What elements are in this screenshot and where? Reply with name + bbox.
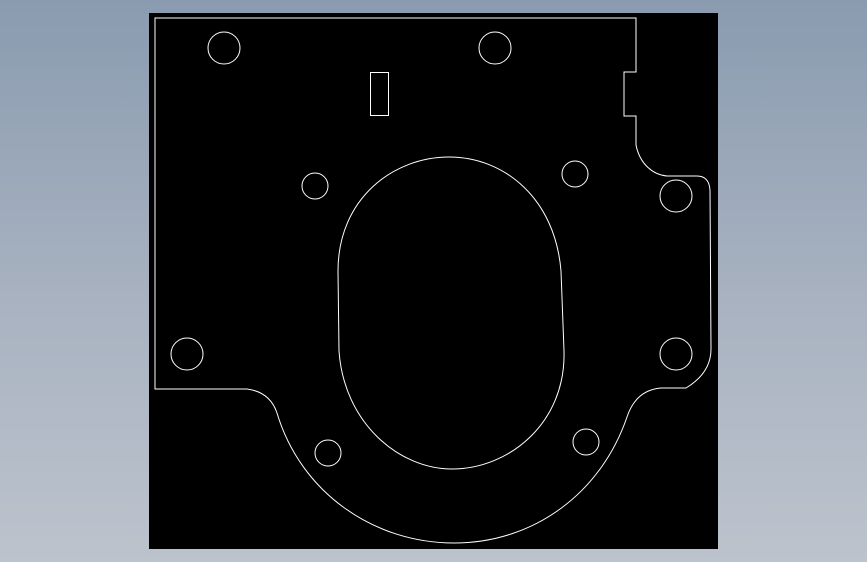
hole-left-lower — [170, 337, 204, 371]
hole-small-right — [561, 160, 589, 188]
plate-outline — [154, 17, 712, 544]
hole-small-left — [301, 172, 329, 200]
hole-top-left — [207, 31, 241, 65]
hole-top-center — [478, 31, 512, 65]
hole-bottom-left — [314, 439, 342, 467]
hole-bottom-right — [572, 428, 600, 456]
cad-viewport[interactable] — [149, 13, 718, 549]
central-oval-cutout — [337, 156, 565, 470]
hole-right-upper — [659, 179, 693, 213]
part-drawing — [154, 17, 712, 544]
hole-right-lower — [659, 337, 693, 371]
rect-slot — [370, 72, 389, 116]
